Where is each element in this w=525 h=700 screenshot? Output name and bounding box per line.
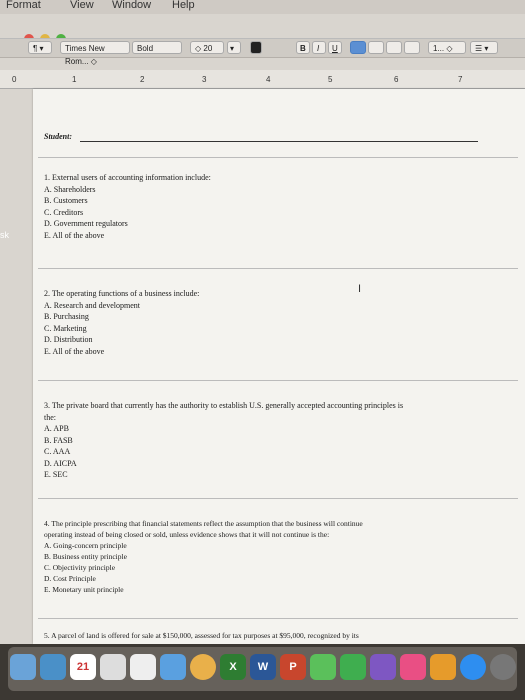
answer-option: D. Government regulators	[44, 219, 128, 228]
question-line: 2. The operating functions of a business…	[44, 289, 200, 298]
line-spacing-select[interactable]: 1... ◇	[428, 41, 466, 54]
font-size-input[interactable]: ◇ 20	[190, 41, 224, 54]
music-icon[interactable]	[400, 654, 426, 680]
books-icon[interactable]	[430, 654, 456, 680]
question-line: 4. The principle prescribing that financ…	[44, 519, 363, 528]
answer-option: A. Research and development	[44, 300, 140, 310]
paragraph-style-select[interactable]: ¶ ▾	[28, 41, 52, 54]
answer-option: E. SEC	[44, 470, 68, 479]
preview-icon[interactable]	[160, 654, 186, 680]
answer-option: E. Monetary unit principle	[44, 585, 124, 594]
text-cursor-icon: I	[358, 283, 362, 295]
answer-option: D. Distribution	[44, 335, 93, 344]
launchpad-icon[interactable]	[40, 654, 66, 680]
ruler-tick: 6	[394, 75, 399, 84]
sidebar-fragment: sk	[0, 230, 9, 240]
align-left-button[interactable]	[350, 41, 366, 54]
italic-button[interactable]: I	[312, 41, 326, 54]
question-divider	[38, 498, 518, 499]
photos-icon[interactable]	[190, 654, 216, 680]
question-line: the:	[44, 412, 56, 422]
question-1: 1. External users of accounting informat…	[44, 172, 211, 241]
student-name-line	[80, 141, 478, 142]
ruler-tick: 1	[72, 75, 77, 84]
dock: 21 X W P	[0, 644, 525, 700]
answer-option: B. Purchasing	[44, 312, 89, 321]
finder-icon[interactable]	[10, 654, 36, 680]
answer-option: D. Cost Principle	[44, 574, 96, 583]
answer-option: C. AAA	[44, 447, 71, 456]
question-divider	[38, 268, 518, 269]
ruler-tick: 0	[12, 75, 17, 84]
question-line: operating instead of being closed or sol…	[44, 530, 330, 539]
app-store-icon[interactable]	[460, 654, 486, 680]
answer-option: D. AICPA	[44, 458, 77, 468]
ruler-tick: 2	[140, 75, 145, 84]
answer-option: C. Marketing	[44, 323, 87, 333]
ruler-tick: 5	[328, 75, 333, 84]
excel-icon[interactable]: X	[220, 654, 246, 680]
ruler-tick: 7	[458, 75, 463, 84]
student-label: Student:	[44, 132, 73, 141]
answer-option: A. Going-concern principle	[44, 541, 127, 550]
align-center-button[interactable]	[368, 41, 384, 54]
reminders-icon[interactable]	[130, 654, 156, 680]
font-weight-select[interactable]: Bold	[132, 41, 182, 54]
menu-bar: Format View Window Help	[0, 0, 525, 14]
ruler[interactable]: 0 1 2 3 4 5 6 7	[0, 70, 525, 89]
answer-option: E. All of the above	[44, 230, 105, 240]
text-color-button[interactable]	[250, 41, 262, 54]
answer-option: A. Shareholders	[44, 184, 96, 194]
menu-window[interactable]: Window	[112, 0, 151, 11]
messages-icon[interactable]	[310, 654, 336, 680]
question-3: 3. The private board that currently has …	[44, 400, 403, 481]
question-2: 2. The operating functions of a business…	[44, 288, 199, 357]
format-toolbar: ¶ ▾ Times New Rom... ◇ Bold ◇ 20 ▾ B I U…	[0, 38, 525, 66]
answer-option: B. Customers	[44, 196, 88, 205]
question-divider	[38, 157, 518, 158]
ruler-tick: 3	[202, 75, 207, 84]
ruler-tick: 4	[266, 75, 271, 84]
calendar-icon[interactable]: 21	[70, 654, 96, 680]
word-icon[interactable]: W	[250, 654, 276, 680]
font-family-select[interactable]: Times New Rom... ◇	[60, 41, 130, 66]
menu-format[interactable]: Format	[6, 0, 41, 11]
powerpoint-icon[interactable]: P	[280, 654, 306, 680]
answer-option: A. APB	[44, 424, 69, 433]
bold-button[interactable]: B	[296, 41, 310, 54]
question-line: 1. External users of accounting informat…	[44, 173, 211, 182]
justify-button[interactable]	[404, 41, 420, 54]
menu-help[interactable]: Help	[172, 0, 195, 11]
question-line: 5. A parcel of land is offered for sale …	[44, 631, 359, 640]
list-style-select[interactable]: ☰ ▾	[470, 41, 498, 54]
menu-view[interactable]: View	[70, 0, 94, 11]
facetime-icon[interactable]	[340, 654, 366, 680]
answer-option: E. All of the above	[44, 346, 105, 356]
answer-option: C. Objectivity principle	[44, 563, 116, 572]
align-right-button[interactable]	[386, 41, 402, 54]
answer-option: B. Business entity principle	[44, 552, 127, 561]
question-divider	[38, 380, 518, 381]
answer-option: B. FASB	[44, 435, 73, 445]
font-size-dropdown[interactable]: ▾	[227, 41, 241, 54]
question-line: 3. The private board that currently has …	[44, 401, 404, 410]
notes-icon[interactable]	[100, 654, 126, 680]
underline-button[interactable]: U	[328, 41, 342, 54]
answer-option: C. Creditors	[44, 207, 84, 217]
question-divider	[38, 618, 518, 619]
system-preferences-icon[interactable]	[490, 654, 516, 680]
question-4: 4. The principle prescribing that financ…	[44, 518, 363, 595]
podcasts-icon[interactable]	[370, 654, 396, 680]
question-5: 5. A parcel of land is offered for sale …	[44, 630, 359, 641]
